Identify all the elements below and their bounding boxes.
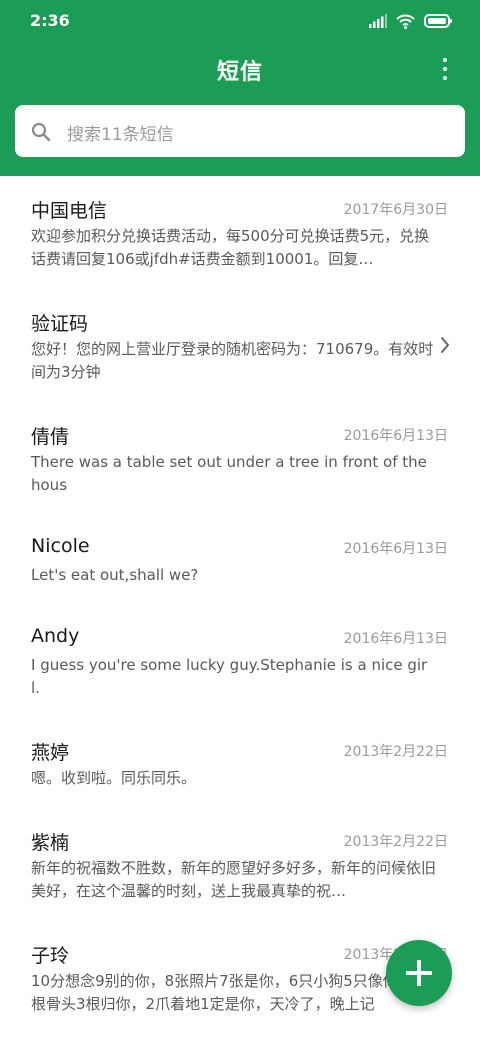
- status-time: 2:36: [30, 11, 70, 30]
- more-vertical-icon: [443, 58, 447, 62]
- message-preview: Let's eat out,shall we?: [31, 566, 199, 584]
- more-options-button[interactable]: [436, 56, 454, 82]
- message-sender: Andy: [31, 625, 80, 647]
- message-item[interactable]: 中国电信 2017年6月30日 欢迎参加积分兑换话费活动，每500分可兑换话费5…: [0, 176, 480, 289]
- message-date: 2016年6月13日: [343, 428, 448, 444]
- message-item[interactable]: 倩倩 2016年6月13日 There was a table set out …: [0, 402, 480, 515]
- app-header: 2:36 短信 搜索11条短信: [0, 0, 480, 176]
- chevron-right-icon: [441, 337, 449, 353]
- message-preview: 欢迎参加积分兑换话费活动，每500分可兑换话费5元，兑换话费请回复106或jfd…: [31, 227, 430, 268]
- status-icons: [369, 12, 452, 30]
- plus-icon-bar: [417, 960, 421, 986]
- message-preview: There was a table set out under a tree i…: [31, 453, 427, 494]
- search-input[interactable]: 搜索11条短信: [15, 105, 465, 157]
- message-item[interactable]: Nicole 2016年6月13日 Let's eat out,shall we…: [0, 515, 480, 605]
- battery-icon: [424, 14, 452, 28]
- message-preview: 嗯。收到啦。同乐同乐。: [31, 769, 197, 787]
- page-title: 短信: [216, 60, 263, 85]
- message-item[interactable]: 验证码 您好！您的网上营业厅登录的随机密码为：710679。有效时间为3分钟: [0, 289, 480, 402]
- message-sender: 倩倩: [31, 426, 70, 448]
- message-item[interactable]: Andy 2016年6月13日 I guess you're some luck…: [0, 605, 480, 718]
- message-sender: 燕婷: [31, 742, 70, 764]
- message-sender: 中国电信: [31, 200, 108, 222]
- message-sender: 验证码: [31, 313, 89, 335]
- message-sender: 紫楠: [31, 832, 70, 854]
- more-dot: [443, 67, 447, 71]
- message-date: 2017年6月30日: [343, 202, 448, 218]
- message-date: 2013年2月22日: [343, 744, 448, 760]
- signal-icon: [369, 14, 387, 28]
- message-sender: Nicole: [31, 535, 90, 557]
- message-item[interactable]: 燕婷 2013年2月22日 嗯。收到啦。同乐同乐。: [0, 718, 480, 808]
- message-item[interactable]: 紫楠 2013年2月22日 新年的祝福数不胜数，新年的愿望好多好多，新年的问候依…: [0, 808, 480, 921]
- status-bar: 2:36: [0, 0, 480, 42]
- more-dot: [443, 76, 447, 80]
- message-sender: 子玲: [31, 945, 70, 967]
- wifi-icon: [396, 14, 415, 29]
- message-preview: 新年的祝福数不胜数，新年的愿望好多好多，新年的问候依旧美好，在这个温馨的时刻，送…: [31, 859, 436, 900]
- new-message-button[interactable]: [386, 940, 452, 1006]
- message-date: 2016年6月13日: [343, 541, 448, 557]
- search-icon: [31, 122, 51, 142]
- message-preview: 10分想念9别的你，8张照片7张是你，6只小狗5只像你，4根骨头3根归你，2爪着…: [31, 972, 423, 1013]
- search-placeholder: 搜索11条短信: [67, 125, 174, 145]
- message-date: 2013年2月22日: [343, 834, 448, 850]
- message-preview: 您好！您的网上营业厅登录的随机密码为：710679。有效时间为3分钟: [31, 340, 434, 381]
- message-date: 2016年6月13日: [343, 631, 448, 647]
- message-preview: I guess you're some lucky guy.Stephanie …: [31, 656, 428, 697]
